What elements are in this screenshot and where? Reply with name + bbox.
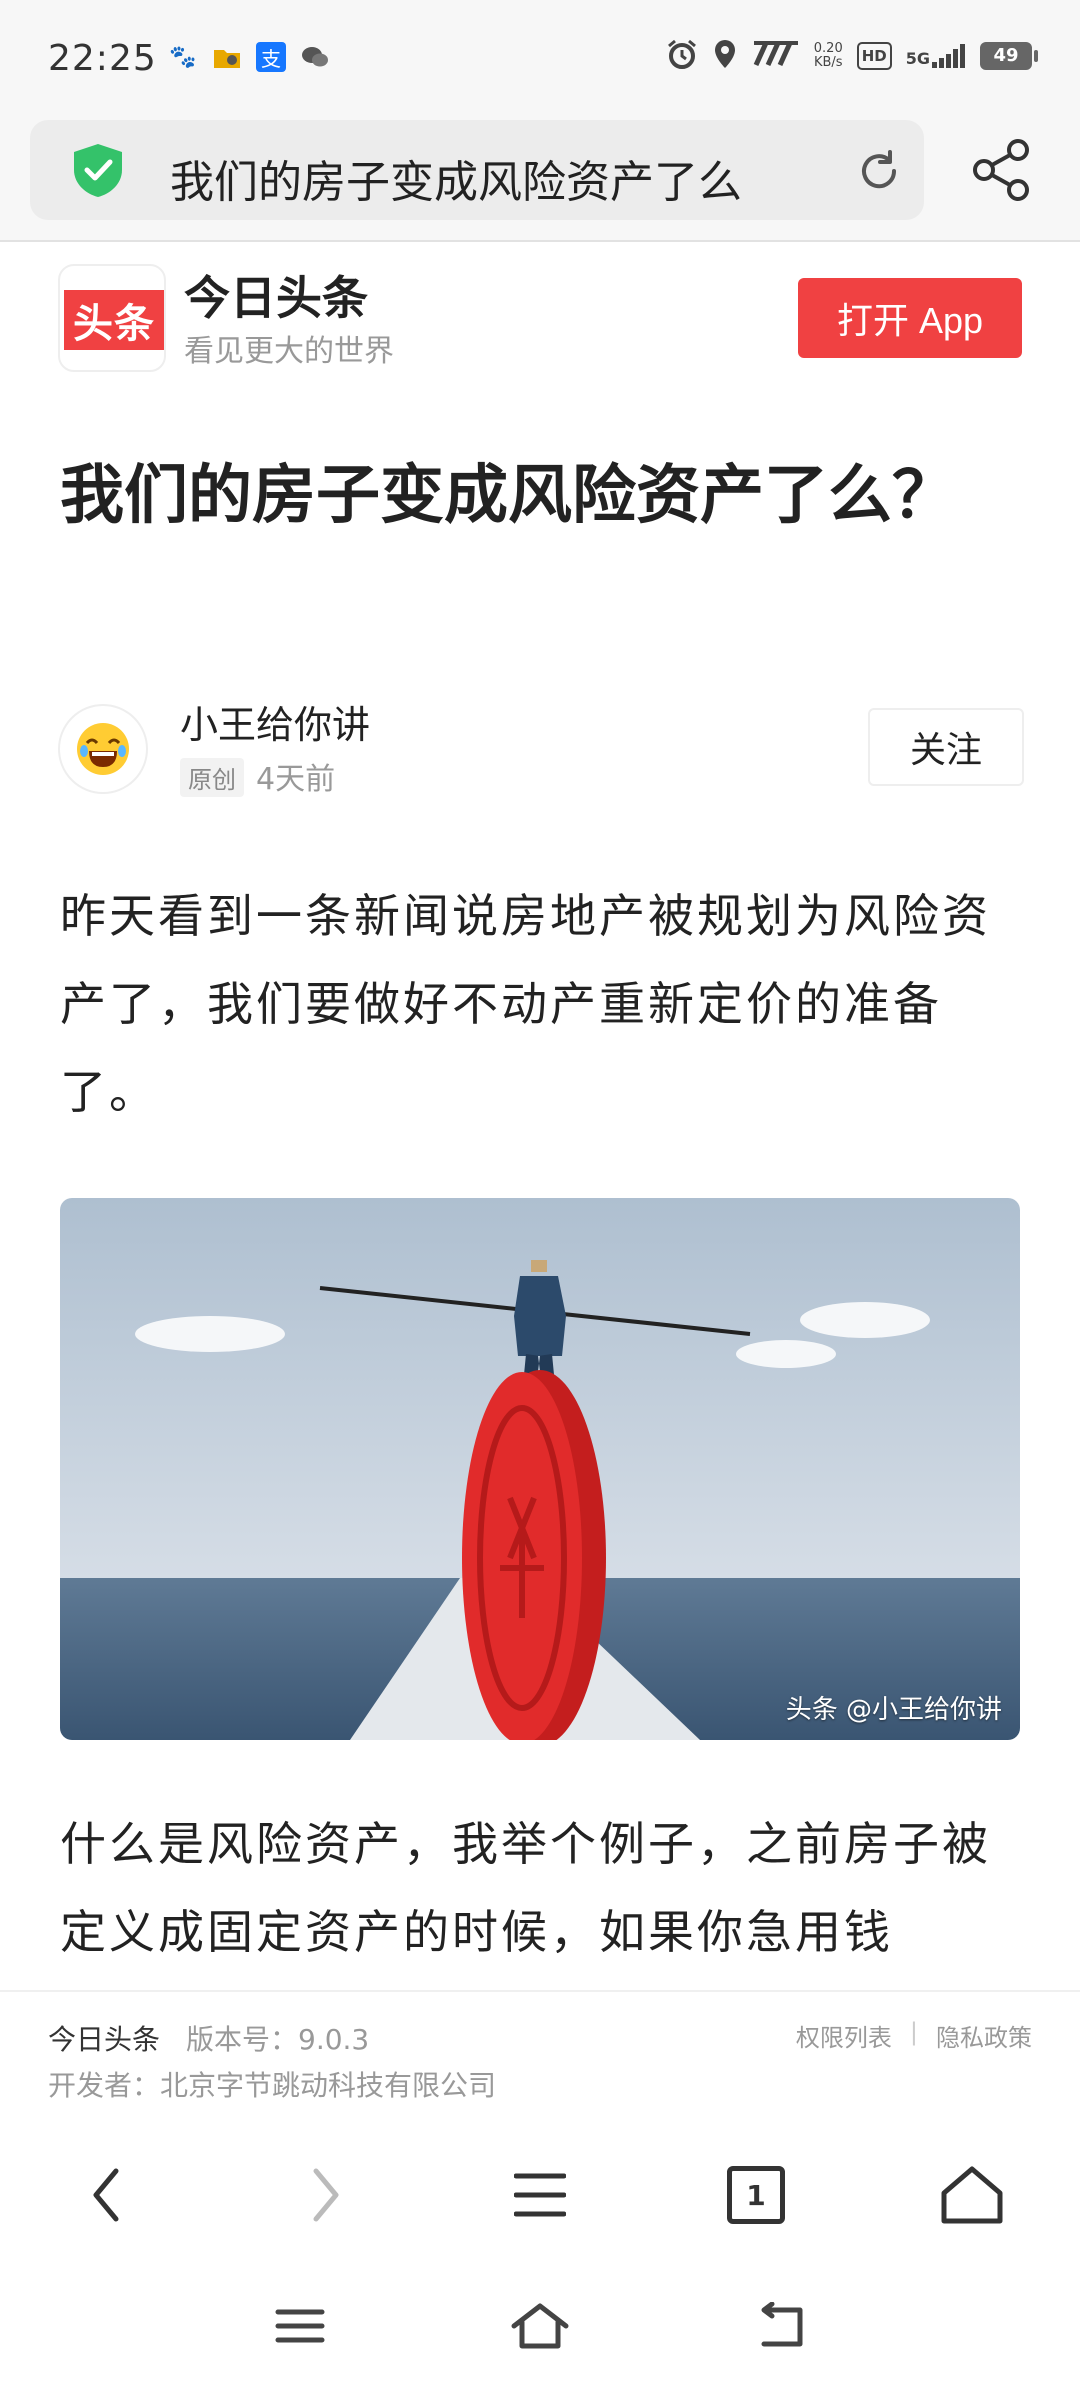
system-back-button[interactable] — [748, 2294, 812, 2358]
footer-app-name: 今日头条 — [48, 2023, 161, 2056]
footer-separator: | — [909, 2018, 918, 2046]
system-home-button[interactable] — [508, 2294, 572, 2358]
status-right-icons: 0.20 KB/s HD 5G 49 — [666, 38, 1038, 74]
system-nav-bar — [0, 2270, 1080, 2388]
follow-button[interactable]: 关注 — [868, 708, 1024, 786]
app-logo: 头条 — [58, 264, 166, 372]
address-bar[interactable]: 我们的房子变成风险资产了么 — [30, 120, 924, 220]
original-badge: 原创 — [180, 758, 244, 797]
paw-icon: 🐾 — [169, 44, 197, 70]
system-home-icon — [511, 2303, 569, 2349]
footer-links: 权限列表 | 隐私政策 — [796, 2018, 1032, 2053]
recent-apps-button[interactable] — [268, 2294, 332, 2358]
signal-icon — [752, 41, 800, 71]
permissions-link[interactable]: 权限列表 — [796, 2018, 892, 2053]
laughing-emoji-icon — [77, 723, 129, 775]
app-logo-text: 头条 — [64, 290, 164, 350]
network-speed-unit: KB/s — [813, 55, 843, 70]
app-info-footer: 今日头条 版本号：9.0.3 开发者：北京字节跳动科技有限公司 权限列表 | 隐… — [0, 1990, 1080, 2118]
network-speed-value: 0.20 — [813, 41, 843, 56]
status-bar: 22:25 🐾 支 0.20 KB/s HD 5G 49 — [0, 0, 1080, 118]
home-button[interactable] — [932, 2155, 1012, 2235]
home-icon — [941, 2166, 1003, 2224]
article-paragraph: 昨天看到一条新闻说房地产被规划为风险资产了，我们要做好不动产重新定价的准备了。 — [60, 889, 991, 1119]
alarm-icon — [666, 38, 698, 74]
menu-button[interactable] — [500, 2155, 580, 2235]
network-speed: 0.20 KB/s — [814, 42, 843, 70]
status-time: 22:25 — [48, 38, 157, 79]
location-icon — [712, 38, 738, 74]
alipay-icon: 支 — [256, 42, 286, 72]
tabs-button[interactable]: 1 — [716, 2155, 796, 2235]
open-app-button[interactable]: 打开 App — [798, 278, 1022, 358]
file-icon — [212, 42, 242, 72]
system-back-icon — [761, 2302, 803, 2347]
browser-toolbar: 1 — [0, 2120, 1080, 2270]
reload-icon[interactable] — [854, 146, 904, 196]
hd-badge: HD — [856, 42, 892, 70]
share-icon[interactable] — [970, 138, 1034, 202]
back-button[interactable] — [66, 2155, 146, 2235]
menu-icon — [514, 2173, 566, 2217]
app-download-banner: 头条 今日头条 看见更大的世界 打开 App — [0, 244, 1080, 394]
network-type: 5G — [905, 49, 930, 68]
security-shield-icon — [74, 144, 122, 197]
privacy-link[interactable]: 隐私政策 — [936, 2018, 1032, 2053]
app-name: 今日头条 — [184, 271, 368, 325]
battery-indicator: 49 — [980, 42, 1038, 70]
chevron-right-icon — [313, 2168, 339, 2222]
browser-header: 我们的房子变成风险资产了么 — [0, 118, 1080, 242]
wechat-icon — [300, 42, 330, 72]
notification-icons: 🐾 支 — [168, 42, 330, 72]
article-title: 我们的房子变成风险资产了么？ — [60, 459, 956, 533]
address-text: 我们的房子变成风险资产了么 — [170, 157, 742, 208]
recents-icon — [275, 2309, 325, 2343]
chevron-left-icon — [93, 2168, 119, 2222]
cellular-signal: 5G — [906, 44, 966, 68]
image-credit: 头条 @小王给你讲 — [785, 1695, 1002, 1725]
post-time: 4天前 — [256, 762, 336, 797]
tightrope-coin-illustration — [60, 1198, 1020, 1740]
footer-developer: 开发者：北京字节跳动科技有限公司 — [48, 2069, 497, 2102]
footer-version: 版本号：9.0.3 — [186, 2023, 370, 2056]
author-name[interactable]: 小王给你讲 — [180, 694, 370, 749]
article-image[interactable]: 头条 @小王给你讲 — [60, 1198, 1020, 1740]
forward-button[interactable] — [286, 2155, 366, 2235]
app-slogan: 看见更大的世界 — [184, 334, 394, 369]
article-paragraph: 什么是风险资产，我举个例子，之前房子被定义成固定资产的时候，如果你急用钱 — [60, 1817, 991, 1959]
tab-count: 1 — [727, 2166, 785, 2224]
author-avatar[interactable] — [58, 704, 148, 794]
cellular-bars-icon — [932, 44, 965, 68]
